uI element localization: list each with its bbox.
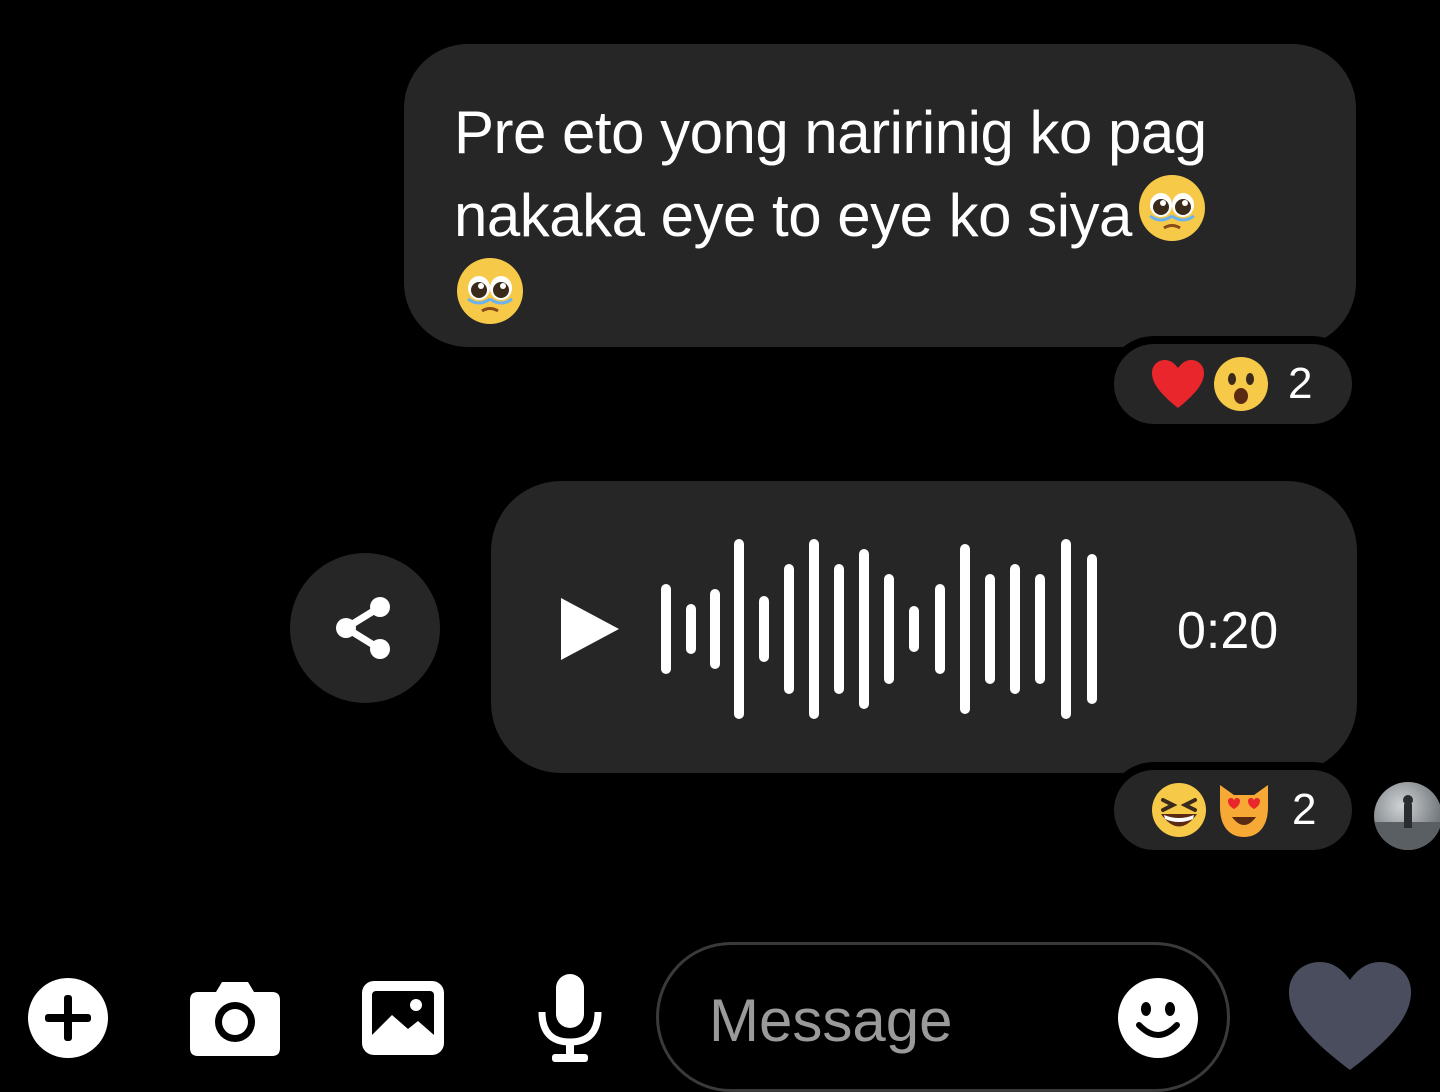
- astonished-face-icon: [1214, 357, 1268, 411]
- reaction-count: 2: [1288, 359, 1313, 408]
- add-icon: [28, 978, 108, 1058]
- share-icon: [336, 597, 390, 659]
- camera-button[interactable]: [188, 978, 282, 1058]
- message-input[interactable]: [707, 979, 1091, 1061]
- pleading-face-emoji: [1136, 172, 1208, 249]
- voice-duration: 0:20: [1177, 602, 1279, 660]
- message-text: Pre eto yong naririnig ko pag nakaka eye…: [454, 99, 1207, 249]
- message-reactions[interactable]: 2: [1106, 336, 1360, 432]
- heart-eyes-cat-icon: [1220, 785, 1268, 837]
- grinning-squinting-face-icon: [1152, 783, 1206, 837]
- microphone-icon: [538, 974, 602, 1062]
- gallery-button[interactable]: [360, 978, 446, 1058]
- share-button[interactable]: [290, 553, 440, 703]
- message-bubble-text[interactable]: Pre eto yong naririnig ko pag nakaka eye…: [404, 44, 1356, 347]
- gallery-icon: [362, 981, 444, 1055]
- voice-message-reactions[interactable]: 2: [1106, 762, 1360, 858]
- microphone-button[interactable]: [534, 972, 606, 1064]
- waveform: [661, 539, 1097, 719]
- red-heart-icon: [1152, 360, 1204, 408]
- camera-icon: [190, 982, 280, 1056]
- add-button[interactable]: [24, 974, 112, 1062]
- message-composer[interactable]: [656, 942, 1230, 1092]
- emoji-icon[interactable]: [1115, 975, 1201, 1061]
- reaction-count: 2: [1292, 785, 1317, 834]
- like-heart-icon[interactable]: [1285, 958, 1415, 1076]
- seen-avatar: [1374, 782, 1440, 850]
- play-icon[interactable]: [557, 594, 623, 664]
- pleading-face-emoji: [454, 255, 526, 332]
